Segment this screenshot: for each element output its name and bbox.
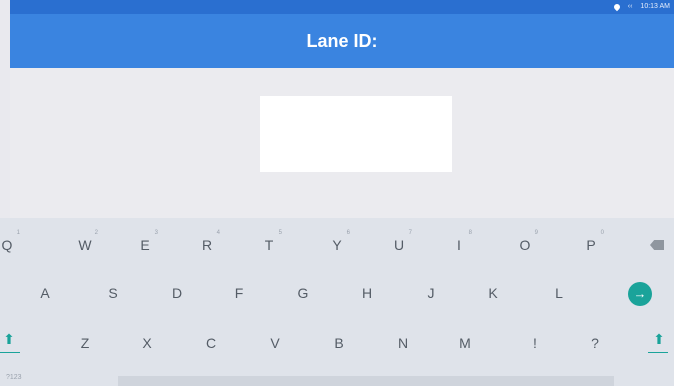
on-screen-keyboard: Q1 W2 E3 R4 T5 Y6 U7 I8 O9 P0 A S D F G … — [0, 218, 674, 386]
key-o[interactable]: O9 — [506, 230, 544, 260]
status-bar: ‹‹ 10:13 AM — [10, 0, 674, 14]
shift-underline — [0, 352, 20, 353]
key-v[interactable]: V — [256, 328, 294, 358]
keyboard-bottom-row: ?123 — [0, 372, 674, 386]
key-d[interactable]: D — [158, 278, 196, 308]
key-u[interactable]: U7 — [380, 230, 418, 260]
key-g[interactable]: G — [284, 278, 322, 308]
key-f[interactable]: F — [220, 278, 258, 308]
key-t[interactable]: T5 — [250, 230, 288, 260]
key-w[interactable]: W2 — [66, 230, 104, 260]
lane-id-input[interactable] — [260, 96, 452, 172]
key-c[interactable]: C — [192, 328, 230, 358]
location-icon — [612, 2, 621, 11]
arrow-right-icon: → — [633, 286, 647, 301]
key-q[interactable]: Q1 — [0, 230, 26, 260]
key-r[interactable]: R4 — [188, 230, 226, 260]
keyboard-row-2: A S D F G H J K L → — [0, 278, 674, 308]
enter-button[interactable]: → — [628, 282, 652, 306]
shift-underline-right — [648, 352, 668, 353]
key-a[interactable]: A — [26, 278, 64, 308]
key-x[interactable]: X — [128, 328, 166, 358]
key-i[interactable]: I8 — [440, 230, 478, 260]
backspace-icon[interactable] — [650, 240, 664, 250]
key-l[interactable]: L — [540, 278, 578, 308]
key-e[interactable]: E3 — [126, 230, 164, 260]
key-question[interactable]: ? — [576, 328, 614, 358]
keyboard-row-3: ⬆ Z X C V B N M ! ? ⬆ — [0, 328, 674, 358]
key-y[interactable]: Y6 — [318, 230, 356, 260]
key-h[interactable]: H — [348, 278, 386, 308]
key-j[interactable]: J — [412, 278, 450, 308]
shift-icon[interactable]: ⬆ — [2, 332, 16, 346]
symbols-key[interactable]: ?123 — [6, 374, 22, 381]
keyboard-row-1: Q1 W2 E3 R4 T5 Y6 U7 I8 O9 P0 — [0, 230, 674, 260]
key-m[interactable]: M — [446, 328, 484, 358]
key-k[interactable]: K — [474, 278, 512, 308]
spacebar[interactable] — [118, 376, 614, 386]
key-exclamation[interactable]: ! — [516, 328, 554, 358]
signal-icon: ‹‹ — [627, 3, 633, 10]
key-z[interactable]: Z — [66, 328, 104, 358]
key-s[interactable]: S — [94, 278, 132, 308]
key-n[interactable]: N — [384, 328, 422, 358]
page-title: Lane ID: — [306, 30, 378, 51]
key-p[interactable]: P0 — [572, 230, 610, 260]
status-time: 10:13 AM — [640, 3, 670, 10]
content-area — [10, 68, 674, 218]
app-bar: Lane ID: — [10, 14, 674, 68]
shift-icon-right[interactable]: ⬆ — [652, 332, 666, 346]
key-b[interactable]: B — [320, 328, 358, 358]
